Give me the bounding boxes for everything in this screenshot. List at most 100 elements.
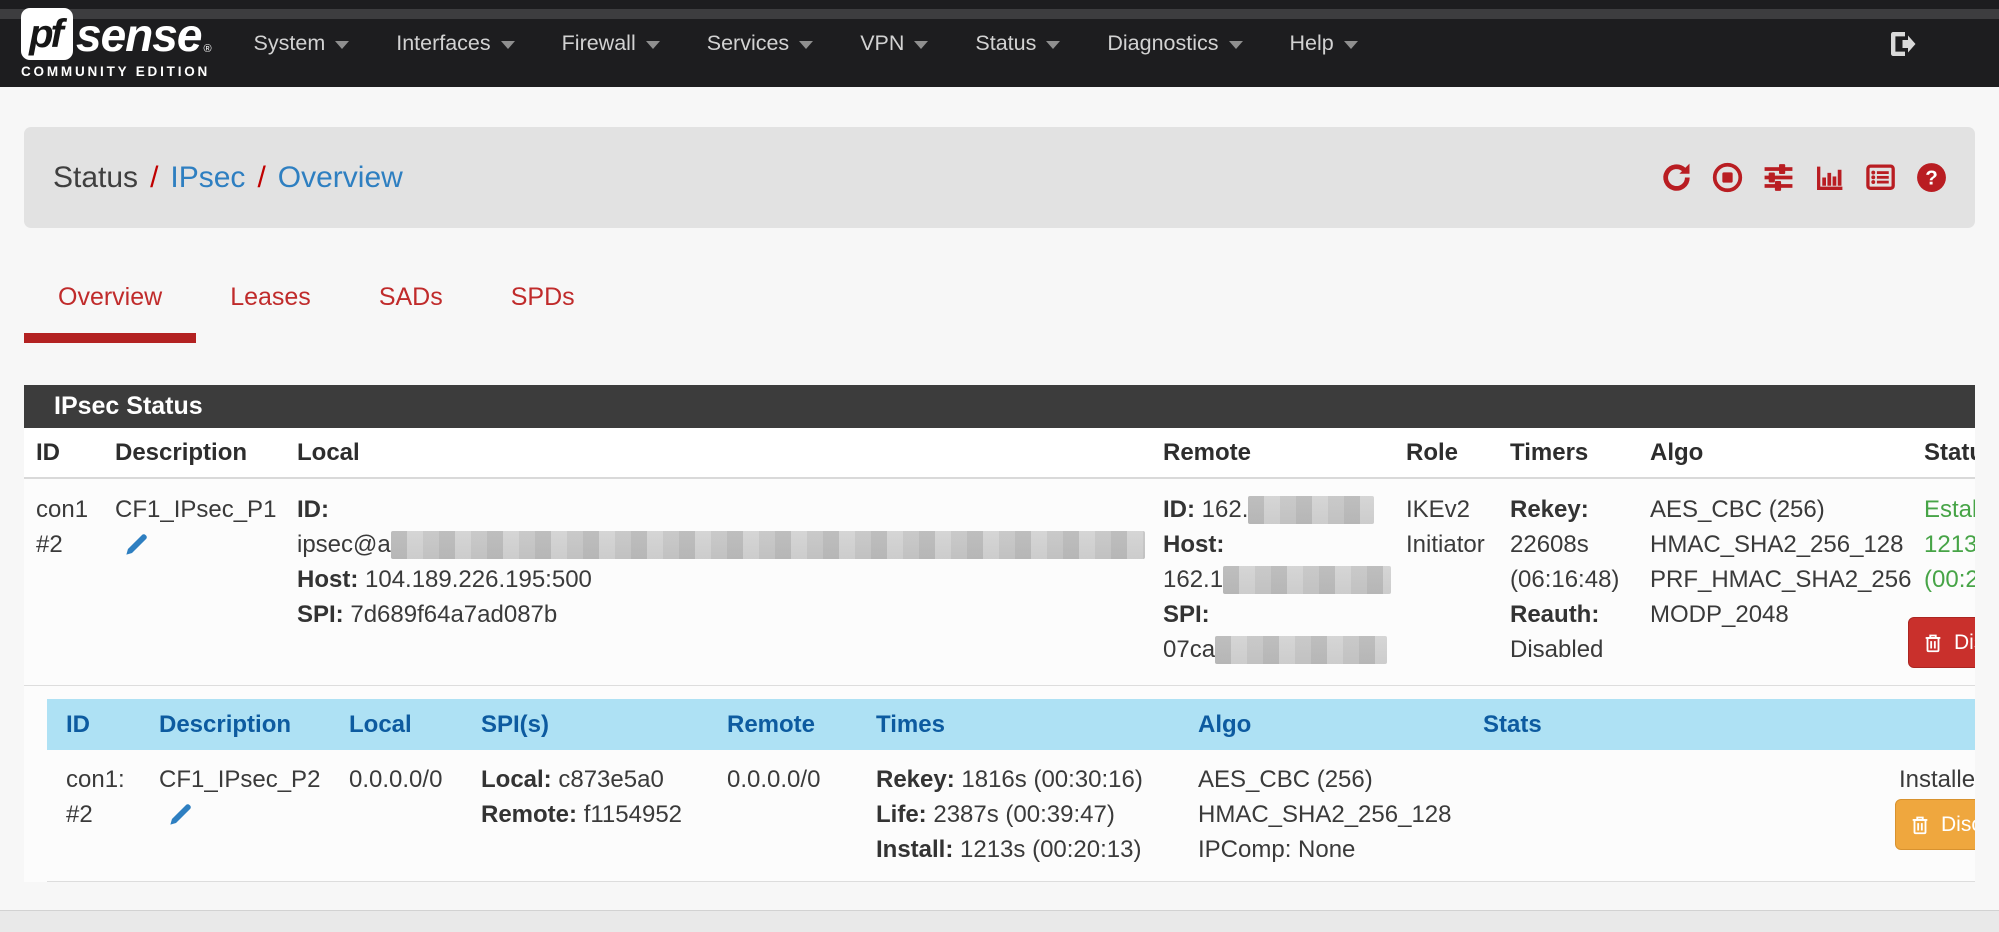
disconnect-p1-label: Dis (1954, 625, 1975, 660)
pfsense-logo[interactable]: pf sense ® COMMUNITY EDITION (21, 8, 212, 79)
algo-dh-group: MODP_2048 (1650, 597, 1910, 632)
chevron-down-icon (1046, 41, 1060, 49)
timers-rekey-hms: (06:16:48) (1510, 562, 1636, 597)
tab-overview[interactable]: Overview (24, 283, 196, 343)
refresh-icon[interactable] (1660, 161, 1693, 194)
p1-description: CF1_IPsec_P1 (115, 492, 283, 527)
timers-rekey-seconds: 22608s (1510, 527, 1636, 562)
timers-reauth-value: Disabled (1510, 632, 1636, 667)
redacted-remote-spi (1215, 636, 1387, 664)
times-rekey-label: Rekey: (876, 766, 955, 793)
chevron-down-icon (1344, 41, 1358, 49)
local-host-value: 104.189.226.195:500 (365, 566, 592, 593)
menu-help-label: Help (1290, 31, 1334, 56)
p1-col-id: ID (36, 439, 115, 467)
disconnect-p2-label: Disco (1941, 807, 1975, 842)
page-action-icons: ? (1660, 161, 1948, 194)
p2-spis-cell: Local: c873e5a0 Remote: f1154952 (481, 762, 727, 867)
menu-diagnostics[interactable]: Diagnostics (1107, 31, 1242, 56)
timers-reauth-label: Reauth: (1510, 597, 1636, 632)
menu-vpn[interactable]: VPN (860, 31, 928, 56)
times-life-label: Life: (876, 801, 927, 828)
chevron-down-icon (501, 41, 515, 49)
pf-logo-tile: pf (21, 8, 73, 60)
p2-local-network: 0.0.0.0/0 (349, 762, 467, 797)
remote-spi-label: SPI: (1163, 601, 1210, 628)
edit-pencil-icon[interactable] (123, 531, 150, 568)
times-install-label: Install: (876, 836, 953, 863)
stop-icon[interactable] (1711, 161, 1744, 194)
p2-conn-num: #2 (66, 797, 145, 832)
menu-status[interactable]: Status (975, 31, 1060, 56)
chevron-down-icon (799, 41, 813, 49)
remote-id-value: 162. (1202, 496, 1249, 523)
redacted-remote-host (1223, 566, 1391, 594)
p1-role-cell: IKEv2 Initiator (1406, 492, 1510, 668)
breadcrumb-bar: Status / IPsec / Overview (24, 127, 1975, 228)
p1-col-timers: Timers (1510, 439, 1650, 467)
status-uptime-seconds: 1213 s (1924, 527, 1975, 562)
disconnect-p2-button[interactable]: Disco (1895, 799, 1975, 850)
p2-table-header: ID Description Local SPI(s) Remote Times… (47, 699, 1975, 750)
p1-conn-id: con1 (36, 492, 101, 527)
timers-rekey-label: Rekey: (1510, 492, 1636, 527)
p2-col-algo: Algo (1198, 711, 1483, 739)
p2-remote-network: 0.0.0.0/0 (727, 762, 862, 797)
p2-col-local: Local (349, 711, 481, 739)
menu-status-label: Status (975, 31, 1036, 56)
p2-col-stats: Stats (1483, 711, 1899, 739)
spi-remote-value: f1154952 (584, 801, 682, 828)
breadcrumb-link-overview[interactable]: Overview (278, 161, 403, 195)
breadcrumb-separator: / (257, 161, 265, 195)
algo-prf: PRF_HMAC_SHA2_256 (1650, 562, 1910, 597)
ipsec-status-panel: IPsec Status ID Description Local Remote… (24, 385, 1975, 882)
algo-encryption: AES_CBC (256) (1650, 492, 1910, 527)
times-install-value: 1213s (00:20:13) (960, 836, 1141, 863)
menu-help[interactable]: Help (1290, 31, 1358, 56)
p2-conn-id: con1: (66, 762, 145, 797)
p2-table-row: con1: #2 CF1_IPsec_P2 0.0.0.0/0 Local: c… (47, 750, 1975, 882)
p2-local-cell: 0.0.0.0/0 (349, 762, 481, 867)
chevron-down-icon (335, 41, 349, 49)
menu-services[interactable]: Services (707, 31, 813, 56)
top-navbar: pf sense ® COMMUNITY EDITION System Inte… (0, 0, 1999, 87)
menu-interfaces-label: Interfaces (396, 31, 490, 56)
p2-col-remote: Remote (727, 711, 876, 739)
sliders-icon[interactable] (1762, 161, 1795, 194)
p2-col-times: Times (876, 711, 1198, 739)
p1-conn-num: #2 (36, 527, 101, 562)
menu-interfaces[interactable]: Interfaces (396, 31, 514, 56)
p1-table-row: con1 #2 CF1_IPsec_P1 ID: ipsec@a Host: 1… (24, 479, 1975, 686)
remote-host-label: Host: (1163, 531, 1224, 558)
edit-pencil-icon[interactable] (167, 801, 194, 838)
menu-firewall[interactable]: Firewall (562, 31, 660, 56)
local-spi-value: 7d689f64a7ad087b (350, 601, 557, 628)
p2-description: CF1_IPsec_P2 (159, 762, 335, 797)
breadcrumb-link-ipsec[interactable]: IPsec (170, 161, 245, 195)
brand-edition-text: COMMUNITY EDITION (21, 64, 212, 79)
chevron-down-icon (914, 41, 928, 49)
sign-out-icon[interactable] (1885, 28, 1917, 60)
help-icon[interactable]: ? (1915, 161, 1948, 194)
times-rekey-value: 1816s (00:30:16) (961, 766, 1142, 793)
page-bottom-strip (0, 910, 1999, 932)
chevron-down-icon (646, 41, 660, 49)
p2-status-installed: Installed (1899, 762, 1975, 797)
menu-system[interactable]: System (254, 31, 350, 56)
tab-spds[interactable]: SPDs (477, 283, 609, 343)
spi-local-value: c873e5a0 (558, 766, 663, 793)
p2-child-table: ID Description Local SPI(s) Remote Times… (47, 686, 1975, 882)
tab-leases[interactable]: Leases (196, 283, 345, 343)
tab-sads[interactable]: SADs (345, 283, 477, 343)
menu-diagnostics-label: Diagnostics (1107, 31, 1218, 56)
list-icon[interactable] (1864, 161, 1897, 194)
p1-col-description: Description (115, 439, 297, 467)
redacted-remote-id (1248, 496, 1374, 524)
p1-id-cell: con1 #2 (36, 492, 115, 668)
p1-col-algo: Algo (1650, 439, 1924, 467)
bar-chart-icon[interactable] (1813, 161, 1846, 194)
trash-icon (1909, 814, 1931, 836)
disconnect-p1-button[interactable]: Dis (1908, 617, 1975, 668)
p1-table-header: ID Description Local Remote Role Timers … (24, 428, 1975, 479)
spi-local-label: Local: (481, 766, 552, 793)
